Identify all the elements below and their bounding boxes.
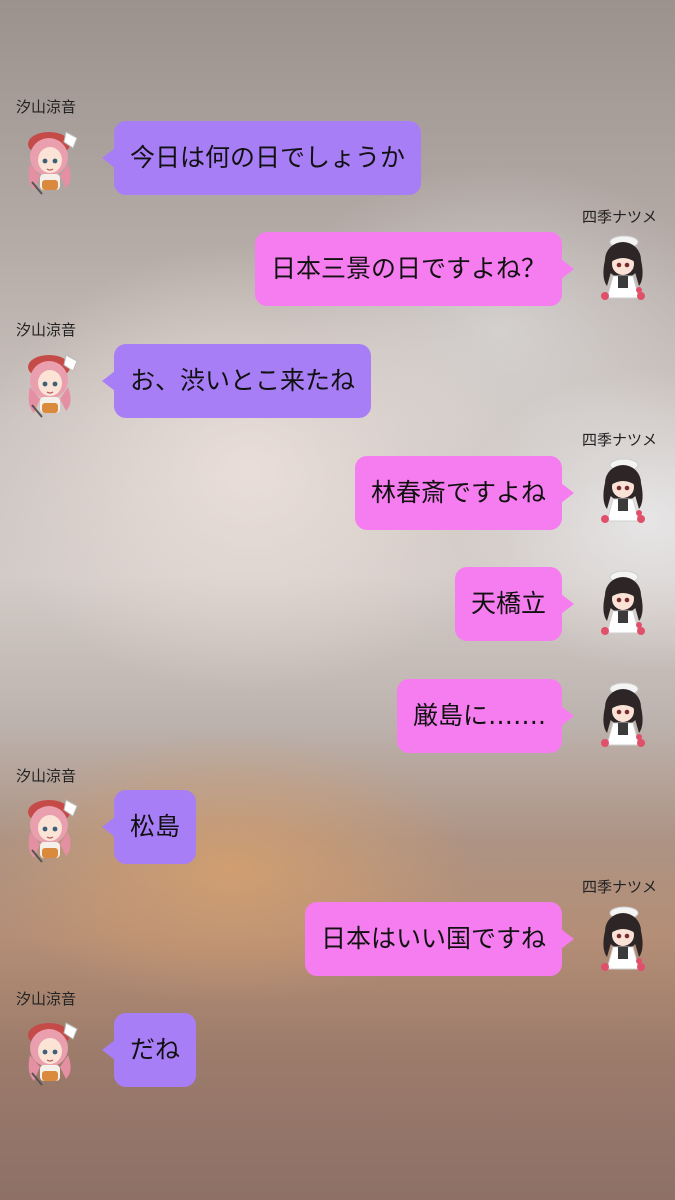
avatar-natsume-icon	[601, 906, 645, 971]
sender-name: 汐山涼音	[16, 767, 77, 785]
message-bubble[interactable]: 天橋立	[454, 567, 575, 641]
avatar-natsume-icon	[601, 570, 645, 635]
avatar-suzune-icon	[28, 1022, 78, 1086]
message-bubble[interactable]: 日本はいい国ですね	[304, 902, 575, 976]
message-bubble[interactable]: だね	[101, 1013, 197, 1087]
sender-name: 四季ナツメ	[581, 208, 657, 226]
avatar-suzune[interactable]	[20, 124, 80, 196]
sender-name: 汐山涼音	[16, 990, 77, 1008]
avatar-natsume[interactable]	[593, 679, 653, 751]
message-bubble[interactable]: 厳島に…….	[397, 679, 574, 753]
avatar-suzune-icon	[28, 799, 78, 863]
avatar-suzune[interactable]	[20, 792, 80, 864]
avatar-suzune[interactable]	[20, 1015, 80, 1087]
message-bubble[interactable]: 林春斎ですよね	[354, 456, 575, 530]
message-bubble[interactable]: お、渋いとこ来たね	[101, 344, 372, 418]
avatar-suzune-icon	[28, 131, 78, 195]
sender-name: 四季ナツメ	[581, 878, 657, 896]
avatar-suzune-icon	[28, 354, 78, 418]
avatar-natsume-icon	[601, 235, 645, 300]
message-bubble[interactable]: 今日は何の日でしょうか	[101, 121, 422, 195]
avatar-natsume[interactable]	[593, 903, 653, 975]
message-bubble[interactable]: 松島	[101, 790, 197, 864]
avatar-natsume[interactable]	[593, 232, 653, 304]
avatar-natsume-icon	[601, 682, 645, 747]
sender-name: 四季ナツメ	[581, 431, 657, 449]
sender-name: 汐山涼音	[16, 98, 77, 116]
sender-name: 汐山涼音	[16, 321, 77, 339]
avatar-natsume[interactable]	[593, 567, 653, 639]
chat-log: 汐山涼音 今日は何の日でしょうか 四季ナツメ 日本三景の日ですよね？ 汐山涼音 …	[0, 0, 675, 1200]
avatar-natsume[interactable]	[593, 455, 653, 527]
avatar-suzune[interactable]	[20, 347, 80, 419]
avatar-natsume-icon	[601, 458, 645, 523]
message-bubble[interactable]: 日本三景の日ですよね？	[254, 232, 575, 306]
